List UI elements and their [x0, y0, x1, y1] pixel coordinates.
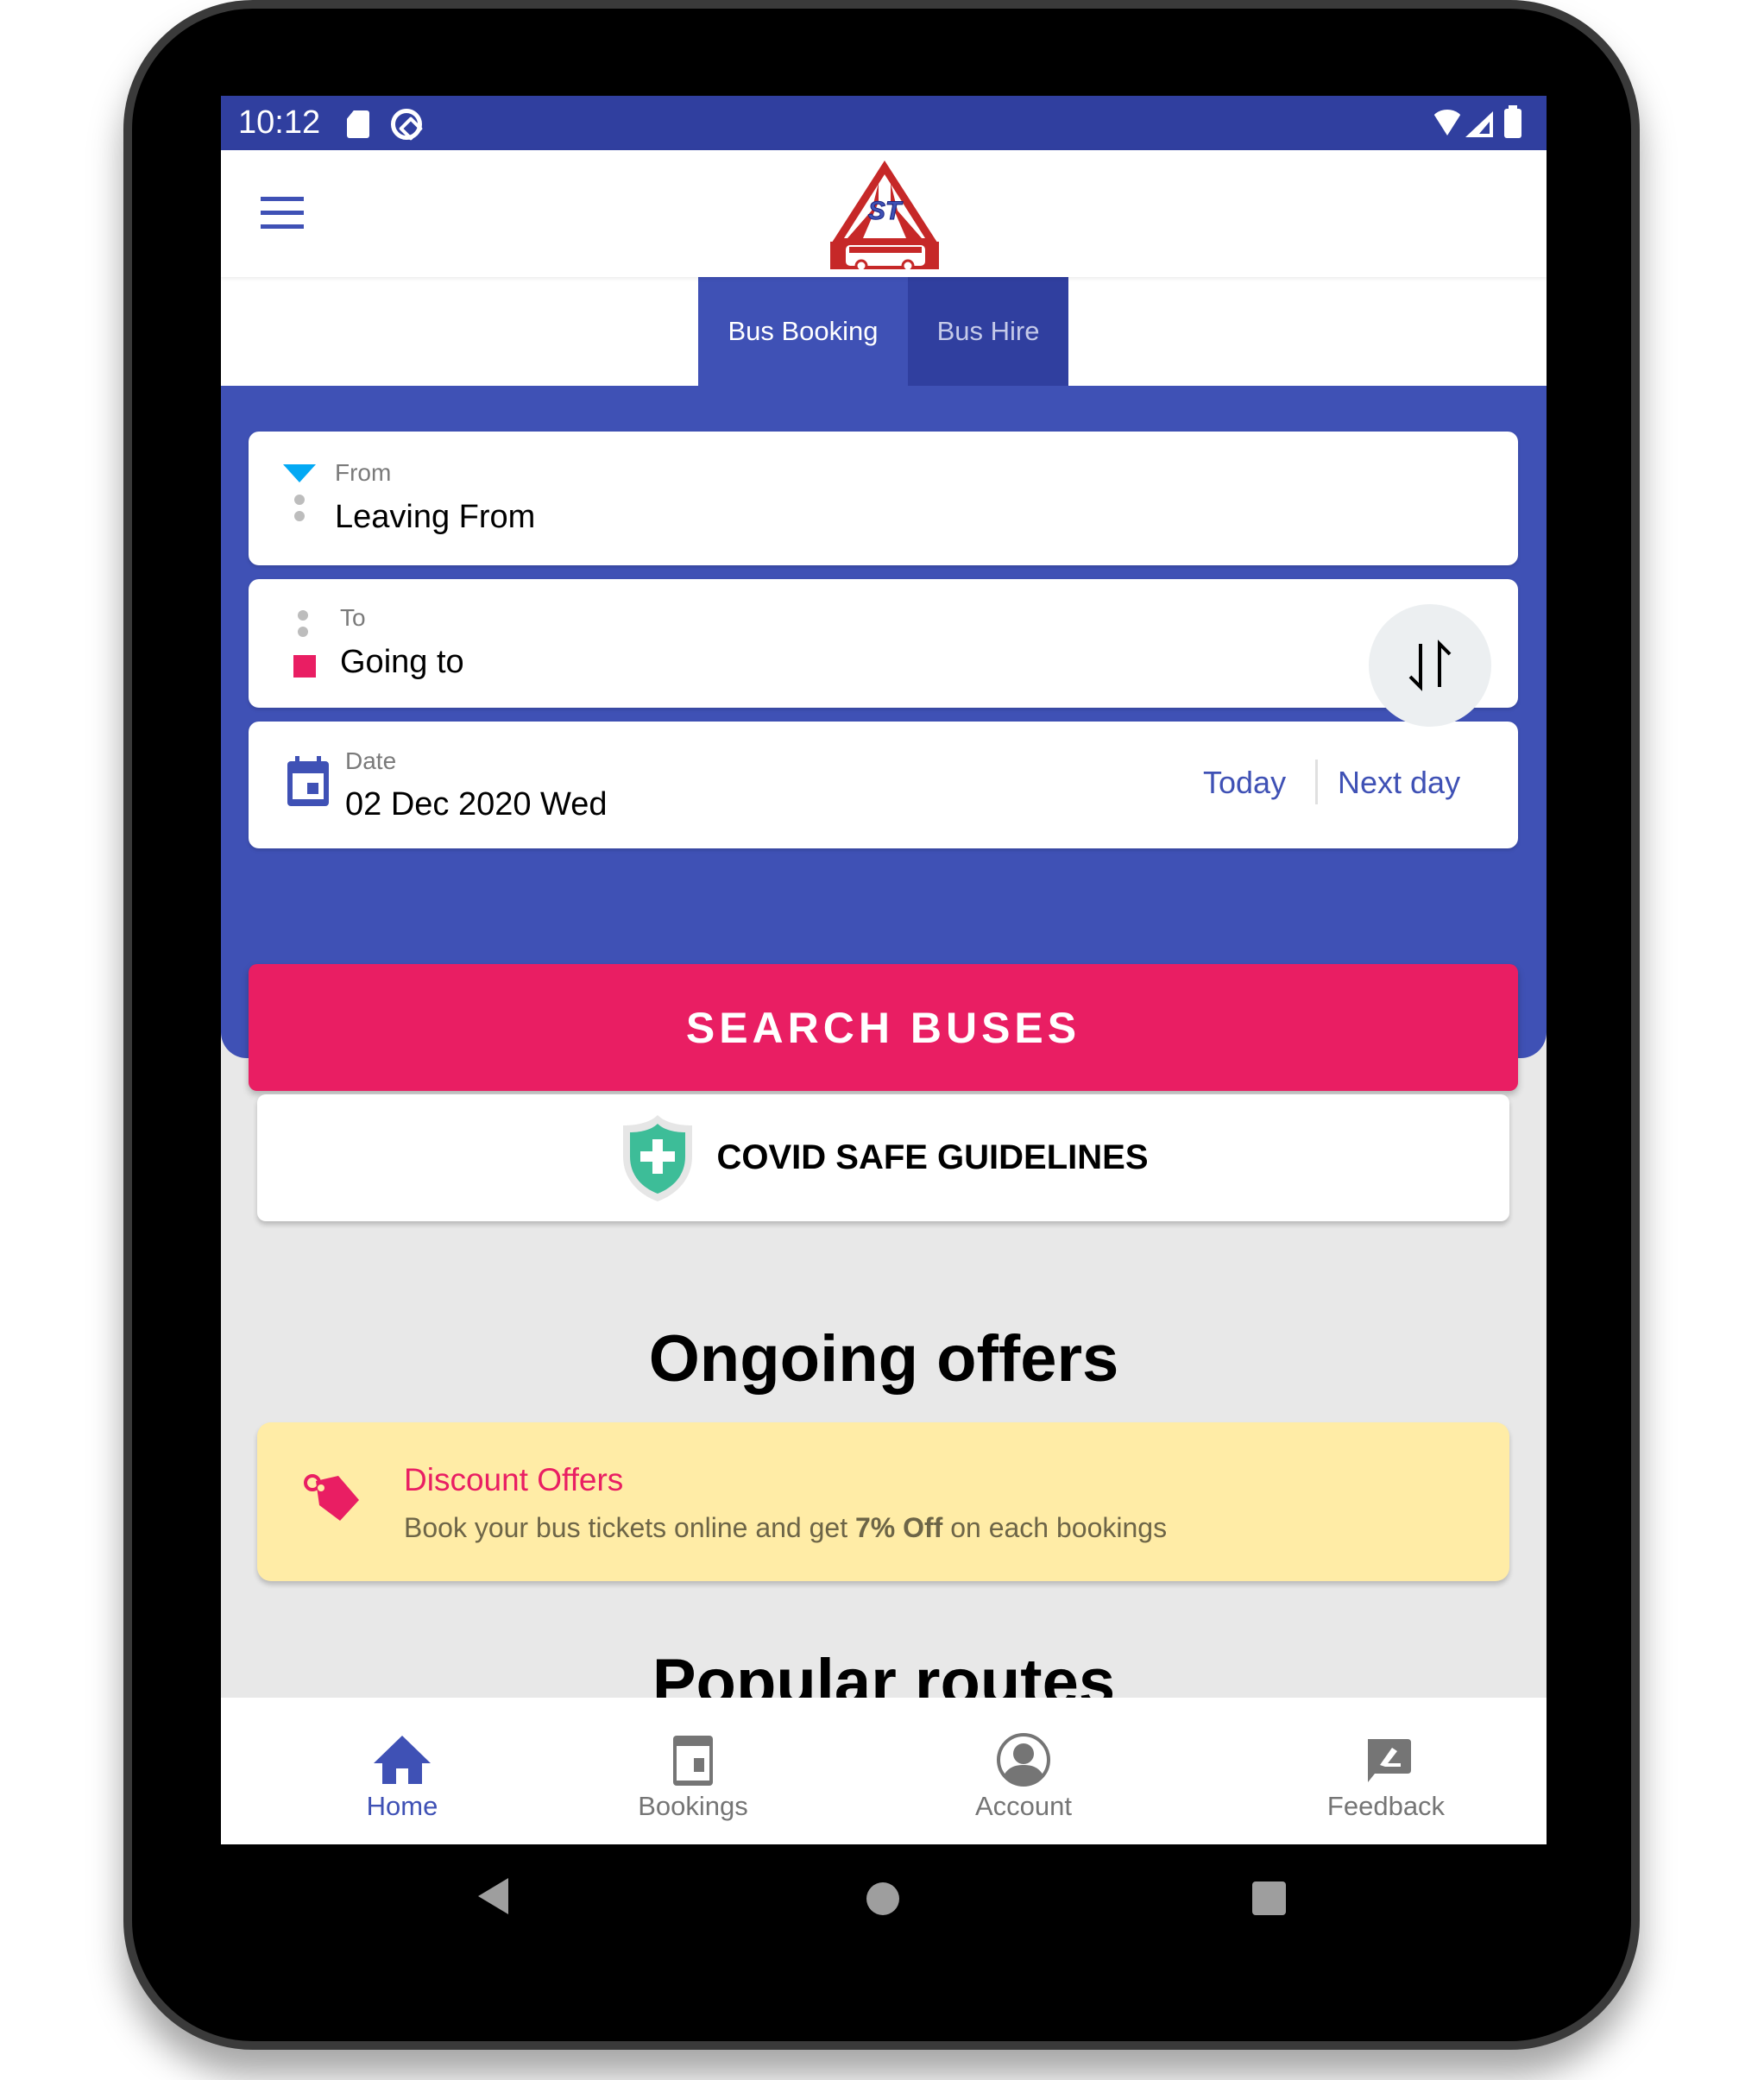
route-dots-icon [294, 495, 305, 527]
feedback-icon [1368, 1739, 1411, 1782]
swap-vertical-icon [1408, 640, 1452, 691]
to-value: Going to [340, 644, 464, 680]
nav-account-label: Account [974, 1791, 1072, 1821]
nav-home-label: Home [366, 1791, 438, 1821]
nav-home[interactable]: Home [316, 1698, 488, 1844]
date-value: 02 Dec 2020 Wed [345, 786, 608, 823]
hamburger-menu-icon[interactable] [261, 197, 304, 230]
search-panel: From Leaving From To Going to Date 02 De… [221, 386, 1547, 1091]
wifi-icon [1431, 110, 1464, 136]
nav-account[interactable]: Account [937, 1698, 1110, 1844]
date-field[interactable]: Date 02 Dec 2020 Wed Today Next day [249, 722, 1518, 848]
from-marker-icon [283, 464, 316, 482]
next-day-button[interactable]: Next day [1338, 765, 1460, 801]
nav-feedback-label: Feedback [1326, 1791, 1446, 1821]
nav-feedback[interactable]: Feedback [1291, 1698, 1481, 1844]
calendar-icon [673, 1736, 713, 1786]
date-divider [1315, 760, 1318, 804]
status-bar: 10:12 [221, 96, 1547, 150]
signal-icon [1465, 111, 1493, 137]
offer-desc-prefix: Book your bus tickets online and get [404, 1512, 855, 1543]
offer-discount-highlight: 7% Off [854, 1512, 943, 1543]
bottom-navigation: Home Bookings Account Feedback [221, 1698, 1547, 1844]
account-circle-icon [997, 1733, 1050, 1787]
price-tag-icon [304, 1474, 359, 1521]
from-label: From [335, 459, 392, 486]
nav-bookings-label: Bookings [638, 1791, 748, 1821]
offer-title: Discount Offers [404, 1462, 624, 1497]
search-buses-button[interactable]: SEARCH BUSES [249, 964, 1518, 1091]
offer-desc-suffix: on each bookings [942, 1512, 1168, 1543]
home-icon [374, 1736, 431, 1784]
booking-tabs: Bus Booking Bus Hire [221, 277, 1547, 386]
tab-bus-booking[interactable]: Bus Booking [698, 277, 908, 386]
tab-bus-hire[interactable]: Bus Hire [908, 277, 1068, 386]
covid-guidelines-card[interactable]: COVID SAFE GUIDELINES [257, 1094, 1509, 1221]
app-screen: 10:12 ST Bus Booking Bus Hire From Leavi… [221, 96, 1547, 1844]
app-toolbar: ST [221, 150, 1547, 277]
swap-locations-button[interactable] [1369, 604, 1491, 727]
shield-plus-icon [623, 1114, 693, 1201]
sd-card-icon [347, 110, 369, 138]
app-logo: ST [830, 161, 939, 269]
system-home-button[interactable] [866, 1882, 899, 1915]
date-label: Date [345, 747, 397, 774]
from-field[interactable]: From Leaving From [249, 432, 1518, 565]
offer-description: Book your bus tickets online and get 7% … [404, 1512, 1167, 1544]
to-marker-icon [293, 655, 316, 678]
offer-card[interactable]: Discount Offers Book your bus tickets on… [257, 1422, 1509, 1581]
route-dots-icon [298, 610, 308, 643]
calendar-icon [287, 756, 329, 806]
battery-icon [1504, 105, 1521, 138]
nav-bookings[interactable]: Bookings [598, 1698, 788, 1844]
to-label: To [340, 604, 366, 631]
from-value: Leaving From [335, 499, 536, 535]
covid-guidelines-label: COVID SAFE GUIDELINES [716, 1138, 1149, 1176]
today-button[interactable]: Today [1203, 765, 1286, 801]
logo-text: ST [868, 197, 904, 225]
to-field[interactable]: To Going to [249, 579, 1518, 708]
status-time: 10:12 [238, 104, 321, 141]
ongoing-offers-title: Ongoing offers [648, 1322, 1119, 1396]
system-recents-button[interactable] [1252, 1881, 1286, 1915]
system-back-button[interactable] [478, 1878, 508, 1914]
data-saver-icon [391, 109, 422, 140]
